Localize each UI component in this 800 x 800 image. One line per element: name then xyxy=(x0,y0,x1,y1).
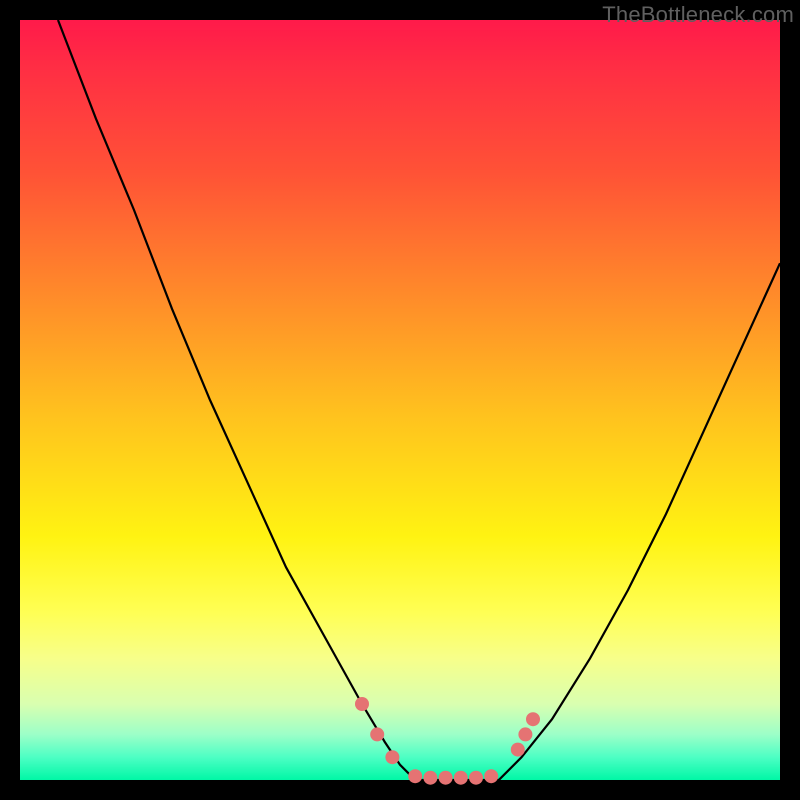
marker-group xyxy=(355,697,540,785)
highlight-dot xyxy=(469,771,483,785)
highlight-dot xyxy=(526,712,540,726)
highlight-dot xyxy=(439,771,453,785)
curve-path xyxy=(58,20,780,780)
highlight-dot xyxy=(454,771,468,785)
highlight-dot xyxy=(385,750,399,764)
highlight-dot xyxy=(518,727,532,741)
highlight-dot xyxy=(408,769,422,783)
highlight-dot xyxy=(484,769,498,783)
highlight-dot xyxy=(511,743,525,757)
highlight-dot xyxy=(370,727,384,741)
watermark-text: TheBottleneck.com xyxy=(602,2,794,28)
highlight-dot xyxy=(423,771,437,785)
bottleneck-curve-svg xyxy=(20,20,780,780)
chart-frame: TheBottleneck.com xyxy=(0,0,800,800)
highlight-dot xyxy=(355,697,369,711)
